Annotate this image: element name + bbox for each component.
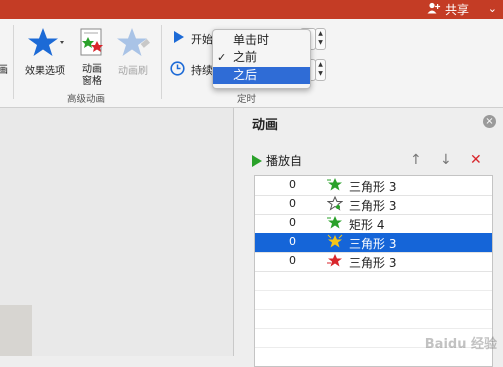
play-from-label: 播放自 [266, 154, 303, 168]
empty-list-row [255, 290, 492, 310]
animation-order: 0 [289, 235, 296, 248]
duration-spinner[interactable]: ▲ ▼ [315, 59, 326, 81]
ribbon-partial-label[interactable]: 画 [0, 61, 8, 76]
start-dropdown-menu: 单击时 ✓ 之前 之后 [212, 29, 311, 89]
entrance-effect-icon [327, 177, 343, 195]
entrance-effect-icon [327, 215, 343, 233]
play-from-button[interactable]: 播放自 [252, 152, 302, 169]
move-up-icon[interactable]: ↑ [410, 152, 422, 168]
animation-pane-label: 动画 窗格 [82, 64, 102, 87]
share-chevron-icon[interactable]: ⌄ [488, 2, 497, 15]
emphasis-effect-icon [326, 195, 344, 214]
ribbon-separator [13, 25, 14, 99]
star-icon [22, 27, 68, 63]
animation-pane: 动画 × 播放自 ↑ ↓ ✕ 0 三角形 3 0 三角形 3 0 矩形 4 0 … [233, 108, 503, 367]
animation-target-name: 三角形 3 [349, 237, 397, 251]
close-icon[interactable]: × [483, 115, 496, 128]
list-item[interactable]: 0 三角形 3 [255, 252, 492, 272]
animation-target-name: 三角形 3 [349, 199, 397, 213]
animation-pane-icon [76, 27, 108, 61]
list-item[interactable]: 0 三角形 3 [255, 233, 492, 253]
checkmark-icon: ✓ [217, 51, 227, 64]
animation-target-name: 矩形 4 [349, 218, 385, 232]
dropdown-option-with-previous[interactable]: ✓ 之前 [213, 49, 310, 66]
animation-order: 0 [289, 216, 296, 229]
empty-list-row [255, 309, 492, 329]
list-item[interactable]: 0 三角形 3 [255, 195, 492, 215]
animation-brush-icon [113, 27, 153, 63]
share-label: 共享 [444, 3, 469, 17]
add-user-icon [427, 2, 441, 17]
slide-editing-area[interactable] [0, 108, 233, 356]
animation-order: 0 [289, 178, 296, 191]
dropdown-option-label: 单击时 [233, 33, 270, 47]
move-down-icon[interactable]: ↓ [440, 152, 452, 168]
empty-list-row [255, 271, 492, 291]
dropdown-option-after-previous[interactable]: 之后 [213, 67, 310, 84]
animation-brush-label: 动画刷 [118, 66, 148, 77]
list-item[interactable]: 0 三角形 3 [255, 176, 492, 196]
animation-order: 0 [289, 254, 296, 267]
title-bar: 共享 ⌄ [0, 0, 503, 19]
clock-icon [170, 61, 185, 79]
start-spinner[interactable]: ▲ ▼ [315, 28, 326, 50]
animation-pane-button[interactable]: 动画 窗格 [76, 27, 108, 88]
exit-effect-icon [327, 253, 343, 271]
animation-order: 0 [289, 197, 296, 210]
play-icon [252, 154, 262, 167]
animation-target-name: 三角形 3 [349, 180, 397, 194]
duration-label: 持续 [191, 64, 213, 77]
watermark: Baidu 经验 [424, 337, 497, 352]
slide-canvas[interactable] [0, 305, 32, 356]
start-label: 开始 [191, 32, 213, 46]
share-button[interactable]: 共享 [427, 1, 469, 18]
emphasis-effect-icon [327, 234, 343, 252]
animation-pane-title: 动画 [252, 118, 279, 133]
dropdown-option-label: 之前 [233, 50, 258, 64]
dropdown-option-label: 之后 [233, 68, 258, 82]
delete-icon[interactable]: ✕ [470, 152, 482, 168]
effect-options-label: 效果选项 [25, 66, 65, 77]
list-item[interactable]: 0 矩形 4 [255, 214, 492, 234]
ribbon-separator [161, 25, 162, 99]
timing-group-label: 定时 [237, 94, 257, 105]
start-row: 开始 [173, 30, 213, 47]
duration-row: 持续 [170, 61, 213, 79]
advanced-animation-group-label: 高级动画 [67, 94, 106, 105]
effect-options-button[interactable]: 效果选项 [22, 27, 68, 78]
dropdown-option-on-click[interactable]: 单击时 [213, 32, 310, 49]
play-icon [173, 30, 185, 47]
animation-target-name: 三角形 3 [349, 256, 397, 270]
animation-brush-button[interactable]: 动画刷 [113, 27, 153, 78]
